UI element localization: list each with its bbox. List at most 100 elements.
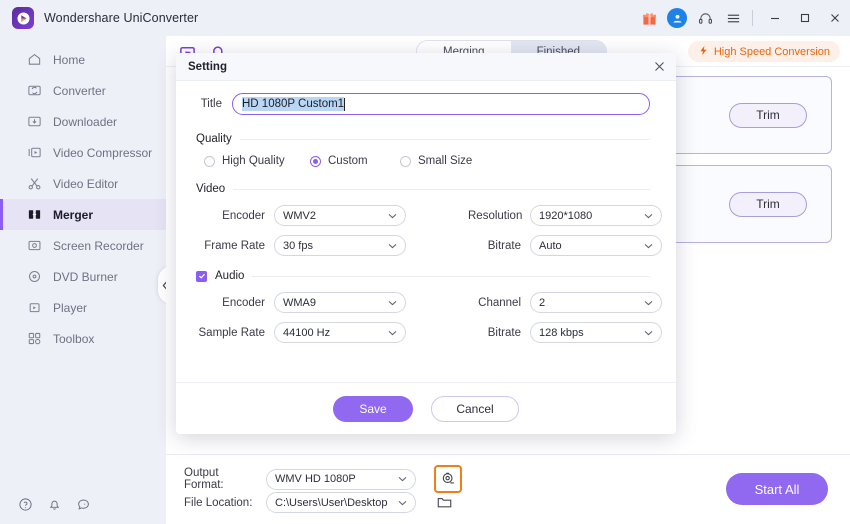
sidebar-item-label: Player bbox=[53, 300, 88, 315]
sidebar: Home Converter Downloader Video Compress… bbox=[0, 36, 166, 524]
video-resolution-label: Resolution bbox=[468, 209, 523, 222]
video-settings-grid: Encoder WMV2 Resolution 1920*1080 Frame … bbox=[196, 205, 662, 256]
high-speed-conversion-badge[interactable]: High Speed Conversion bbox=[687, 41, 840, 62]
sidebar-item-home[interactable]: Home bbox=[0, 44, 166, 75]
output-format-select[interactable]: WMV HD 1080P bbox=[266, 468, 416, 490]
audio-enabled-checkbox[interactable] bbox=[196, 270, 207, 282]
sidebar-item-dvd-burner[interactable]: DVD Burner bbox=[0, 261, 166, 292]
radio-small-size[interactable]: Small Size bbox=[400, 155, 472, 167]
maximize-button[interactable] bbox=[790, 0, 820, 36]
audio-sample-rate-value: 44100 Hz bbox=[283, 326, 331, 339]
output-format-value: WMV HD 1080P bbox=[275, 473, 356, 485]
section-divider bbox=[239, 138, 650, 140]
sidebar-item-toolbox[interactable]: Toolbox bbox=[0, 323, 166, 354]
lightning-bolt-icon bbox=[698, 45, 709, 59]
audio-bitrate-select[interactable]: 128 kbps bbox=[530, 322, 662, 343]
sidebar-item-video-editor[interactable]: Video Editor bbox=[0, 168, 166, 199]
file-location-label: File Location: bbox=[184, 496, 253, 509]
uniconverter-logo-icon bbox=[12, 7, 34, 29]
audio-encoder-value: WMA9 bbox=[283, 296, 316, 309]
sidebar-item-label: Video Compressor bbox=[53, 145, 153, 160]
file-location-value: C:\Users\User\Desktop bbox=[275, 496, 388, 509]
help-icon[interactable] bbox=[18, 497, 33, 517]
gift-icon[interactable] bbox=[635, 0, 663, 36]
trim-button[interactable]: Trim bbox=[729, 191, 807, 217]
chevron-down-icon bbox=[644, 210, 653, 222]
user-avatar-icon[interactable] bbox=[663, 0, 691, 36]
feedback-icon[interactable] bbox=[76, 497, 91, 517]
sidebar-item-player[interactable]: Player bbox=[0, 292, 166, 323]
video-resolution-select[interactable]: 1920*1080 bbox=[530, 205, 662, 226]
audio-channel-value: 2 bbox=[539, 296, 546, 309]
audio-sample-rate-select[interactable]: 44100 Hz bbox=[274, 322, 406, 343]
video-frame-rate-value: 30 fps bbox=[283, 239, 313, 252]
audio-bitrate-label: Bitrate bbox=[487, 326, 521, 339]
sidebar-item-label: Merger bbox=[53, 207, 94, 222]
chevron-down-icon bbox=[398, 497, 407, 509]
video-bitrate-select[interactable]: Auto bbox=[530, 235, 662, 256]
radio-dot-icon bbox=[400, 155, 411, 167]
converter-icon bbox=[26, 83, 42, 99]
high-speed-conversion-label: High Speed Conversion bbox=[713, 45, 830, 58]
sidebar-item-label: Home bbox=[53, 52, 86, 67]
browse-folder-button[interactable] bbox=[436, 494, 453, 511]
titlebar-controls bbox=[635, 0, 850, 36]
sidebar-item-downloader[interactable]: Downloader bbox=[0, 106, 166, 137]
toolbox-icon bbox=[26, 331, 42, 347]
cancel-button[interactable]: Cancel bbox=[431, 395, 519, 422]
output-format-label: Output Format: bbox=[184, 467, 224, 491]
sidebar-item-video-compressor[interactable]: Video Compressor bbox=[0, 137, 166, 168]
close-button[interactable] bbox=[820, 0, 850, 36]
title-input-value: HD 1080P Custom1 bbox=[242, 97, 345, 111]
sidebar-nav: Home Converter Downloader Video Compress… bbox=[0, 36, 166, 354]
player-icon bbox=[26, 300, 42, 316]
video-encoder-label: Encoder bbox=[222, 209, 265, 222]
file-location-select[interactable]: C:\Users\User\Desktop bbox=[266, 492, 416, 513]
sidebar-item-label: Toolbox bbox=[53, 331, 95, 346]
text-caret bbox=[344, 97, 346, 111]
quality-section-label: Quality bbox=[196, 133, 232, 145]
sidebar-item-screen-recorder[interactable]: Screen Recorder bbox=[0, 230, 166, 261]
sidebar-item-converter[interactable]: Converter bbox=[0, 75, 166, 106]
setting-dialog: Setting Title HD 1080P Custom1 Quality H… bbox=[176, 53, 676, 434]
output-settings-button[interactable] bbox=[434, 465, 462, 493]
sidebar-item-label: Screen Recorder bbox=[53, 238, 144, 253]
chevron-down-icon bbox=[644, 297, 653, 309]
avatar bbox=[667, 8, 687, 28]
video-encoder-select[interactable]: WMV2 bbox=[274, 205, 406, 226]
radio-high-quality[interactable]: High Quality bbox=[204, 155, 310, 167]
title-field-row: Title HD 1080P Custom1 bbox=[196, 93, 650, 115]
audio-sample-rate-label: Sample Rate bbox=[198, 326, 265, 339]
audio-section-header: Audio bbox=[196, 270, 650, 282]
save-button[interactable]: Save bbox=[333, 395, 413, 422]
video-frame-rate-select[interactable]: 30 fps bbox=[274, 235, 406, 256]
radio-label: Small Size bbox=[418, 155, 473, 167]
video-bitrate-label: Bitrate bbox=[487, 239, 521, 252]
video-resolution-value: 1920*1080 bbox=[539, 209, 593, 222]
section-divider bbox=[252, 275, 650, 277]
audio-section-label: Audio bbox=[215, 270, 245, 282]
audio-encoder-select[interactable]: WMA9 bbox=[274, 292, 406, 313]
title-bar: Wondershare UniConverter bbox=[0, 0, 850, 36]
notification-bell-icon[interactable] bbox=[47, 497, 62, 517]
audio-channel-select[interactable]: 2 bbox=[530, 292, 662, 313]
audio-bitrate-value: 128 kbps bbox=[539, 326, 584, 339]
headset-support-icon[interactable] bbox=[691, 0, 719, 36]
section-divider bbox=[233, 188, 650, 190]
close-icon[interactable] bbox=[653, 60, 666, 73]
dialog-title: Setting bbox=[188, 60, 227, 73]
video-compressor-icon bbox=[26, 145, 42, 161]
chevron-down-icon bbox=[388, 240, 397, 252]
trim-button[interactable]: Trim bbox=[729, 102, 807, 128]
screen-recorder-icon bbox=[26, 238, 42, 254]
hamburger-menu-icon[interactable] bbox=[719, 0, 747, 36]
chevron-down-icon bbox=[388, 327, 397, 339]
minimize-button[interactable] bbox=[760, 0, 790, 36]
chevron-down-icon bbox=[644, 327, 653, 339]
video-section-label: Video bbox=[196, 183, 226, 195]
start-all-button[interactable]: Start All bbox=[726, 473, 828, 505]
radio-custom[interactable]: Custom bbox=[310, 155, 400, 167]
sidebar-item-merger[interactable]: Merger bbox=[0, 199, 166, 230]
radio-label: Custom bbox=[328, 155, 368, 167]
title-input[interactable]: HD 1080P Custom1 bbox=[232, 93, 650, 115]
